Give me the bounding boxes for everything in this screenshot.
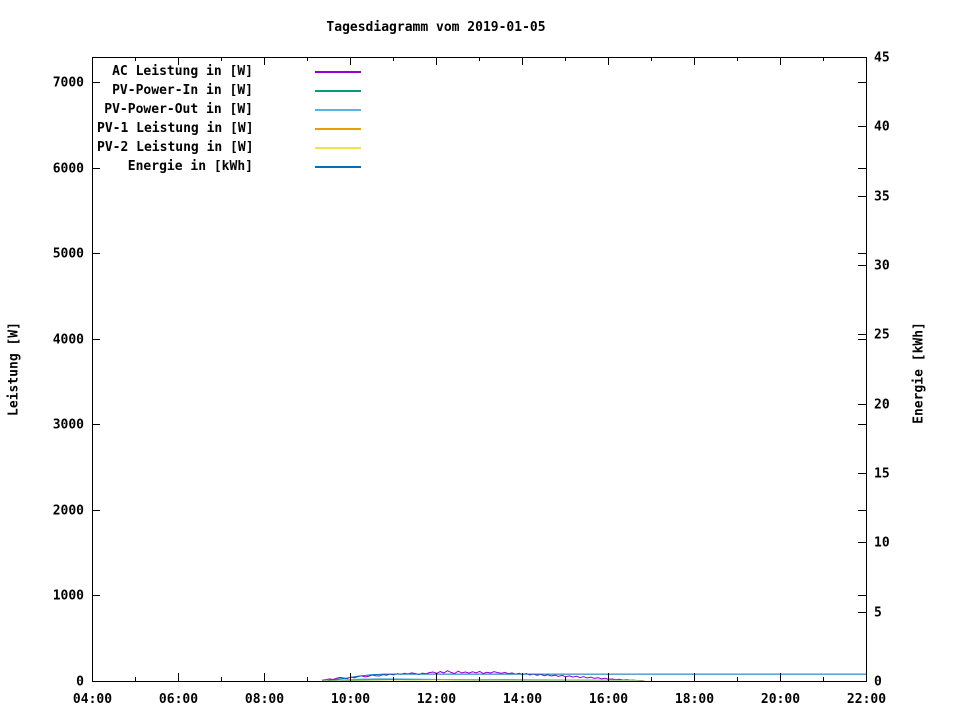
y2-tick-label: 15 bbox=[874, 467, 890, 482]
y2-tick-label: 10 bbox=[874, 536, 890, 551]
y1-tick-label: 6000 bbox=[53, 162, 84, 177]
x-tick-label: 06:00 bbox=[159, 692, 198, 707]
y2-tick-label: 30 bbox=[874, 259, 890, 274]
y1-tick-label: 4000 bbox=[53, 333, 84, 348]
x-tick-label: 12:00 bbox=[417, 692, 456, 707]
x-tick-label: 10:00 bbox=[331, 692, 370, 707]
y1-tick-label: 3000 bbox=[53, 418, 84, 433]
y2-tick-label: 5 bbox=[874, 606, 882, 621]
y1-tick-label: 5000 bbox=[53, 247, 84, 262]
x-tick-label: 22:00 bbox=[847, 692, 886, 707]
x-tick-label: 20:00 bbox=[761, 692, 800, 707]
y1-tick-label: 2000 bbox=[53, 504, 84, 519]
y2-tick-label: 0 bbox=[874, 675, 882, 690]
plot-area: 04:00 06:00 08:00 10:00 12:00 14:00 16:00 18:00… bbox=[53, 51, 890, 708]
plot-border bbox=[92, 57, 867, 682]
chart-canvas: Tagesdiagramm vom 2019-01-05 Leistung [W… bbox=[0, 0, 960, 720]
x-tick-label: 16:00 bbox=[589, 692, 628, 707]
y2-tick-label: 40 bbox=[874, 120, 890, 135]
y2-tick-label: 25 bbox=[874, 328, 890, 343]
y1-tick-label: 0 bbox=[76, 675, 84, 690]
y2-tick-label: 45 bbox=[874, 51, 890, 66]
x-tick-label: 18:00 bbox=[675, 692, 714, 707]
x-tick-label: 08:00 bbox=[245, 692, 284, 707]
y1-tick-label: 7000 bbox=[53, 76, 84, 91]
y2-tick-label: 35 bbox=[874, 190, 890, 205]
y2-tick-label: 20 bbox=[874, 398, 890, 413]
x-tick-label: 14:00 bbox=[503, 692, 542, 707]
x-tick-label: 04:00 bbox=[73, 692, 112, 707]
y1-tick-label: 1000 bbox=[53, 589, 84, 604]
